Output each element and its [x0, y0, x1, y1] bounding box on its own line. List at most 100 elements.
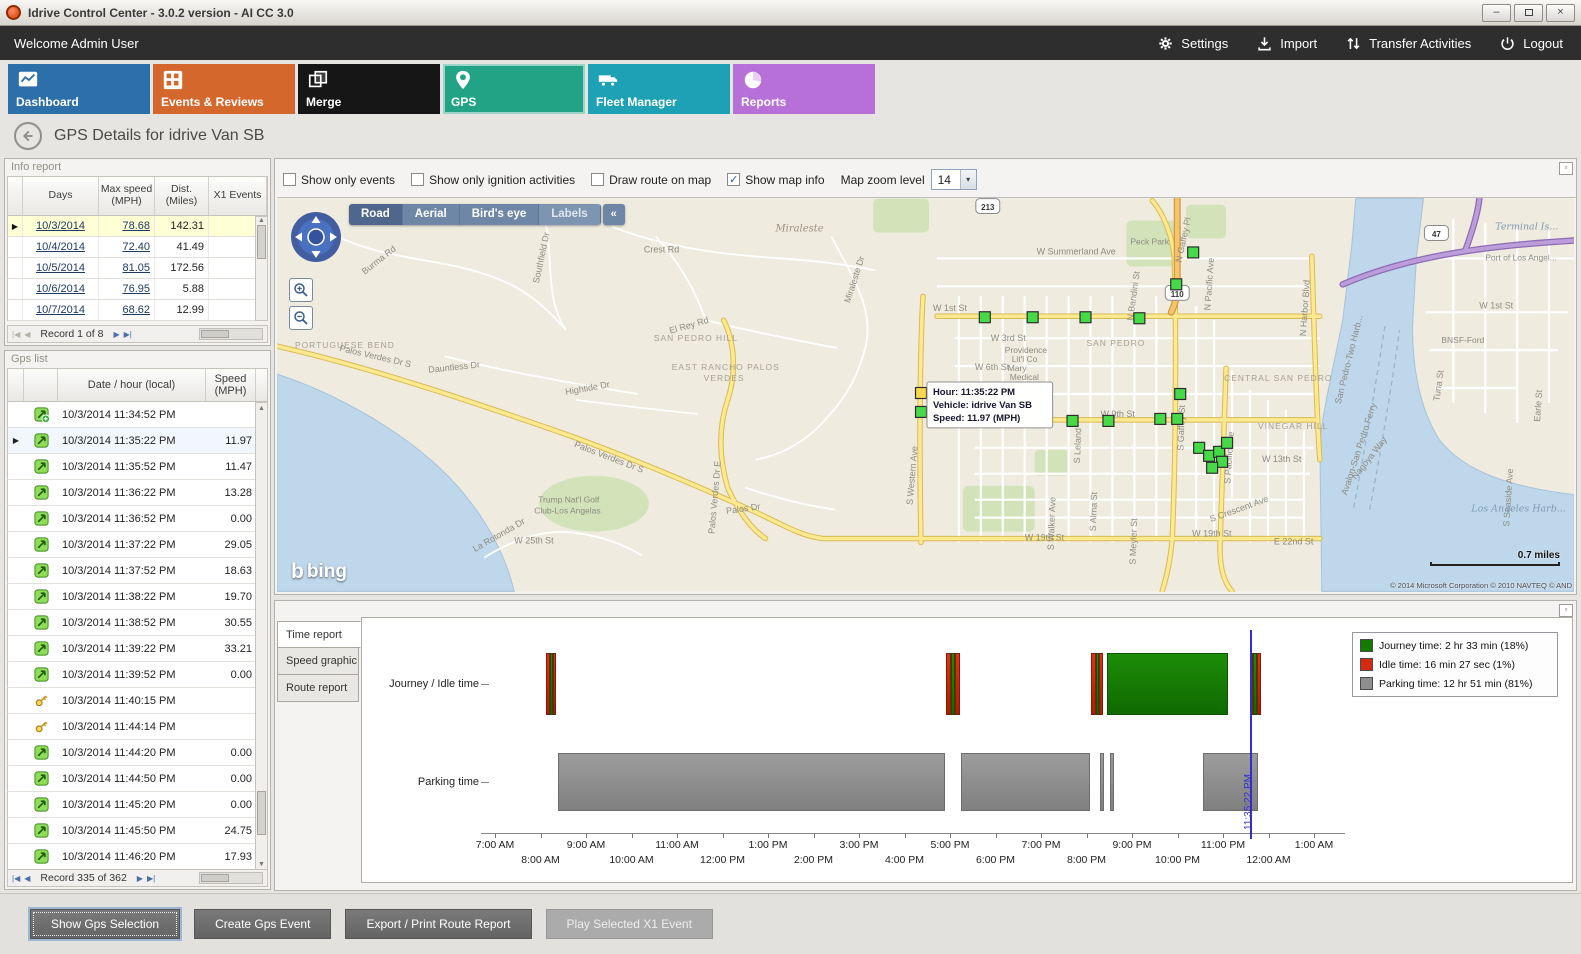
- checkbox-icon[interactable]: ✓: [727, 173, 740, 186]
- checkbox-icon[interactable]: [283, 173, 296, 186]
- gps-marker[interactable]: [1222, 437, 1233, 448]
- last-record-button[interactable]: ▶|: [147, 874, 155, 883]
- gps-list-row[interactable]: 10/3/2014 11:37:52 PM18.63: [7, 558, 268, 584]
- minimize-button[interactable]: –: [1482, 4, 1511, 22]
- map-style-road[interactable]: Road: [349, 204, 403, 225]
- gps-list-row[interactable]: 10/3/2014 11:38:22 PM19.70: [7, 584, 268, 610]
- gps-marker[interactable]: [1027, 312, 1038, 323]
- tab-fleet-manager[interactable]: Fleet Manager: [588, 64, 730, 114]
- transfer-activities-button[interactable]: Transfer Activities: [1345, 35, 1471, 52]
- tab-speed-graphic[interactable]: Speed graphic: [277, 648, 359, 675]
- next-record-button[interactable]: ▶: [137, 874, 143, 883]
- map-container[interactable]: MiralestePeck ParkW Summerland AveCrest …: [277, 197, 1576, 592]
- horizontal-scrollbar[interactable]: [199, 872, 263, 884]
- gps-marker[interactable]: [1103, 415, 1114, 426]
- gps-list-row[interactable]: 10/3/2014 11:45:50 PM24.75: [7, 818, 268, 844]
- info-report-row[interactable]: 10/5/201481.05172.56: [7, 258, 268, 279]
- map-option-checkbox[interactable]: Show only ignition activities: [411, 173, 575, 187]
- info-col-max-speed[interactable]: Max speed (MPH): [99, 177, 155, 215]
- settings-button[interactable]: Settings: [1157, 35, 1228, 52]
- collapse-chart-panel-button[interactable]: ▫: [1559, 604, 1573, 617]
- create-gps-event-button[interactable]: Create Gps Event: [194, 909, 331, 939]
- gps-list-row[interactable]: 10/3/2014 11:36:22 PM13.28: [7, 480, 268, 506]
- gps-list-row[interactable]: 10/3/2014 11:38:52 PM30.55: [7, 610, 268, 636]
- gps-list-row[interactable]: 10/3/2014 11:35:52 PM11.47: [7, 454, 268, 480]
- map-style-aerial[interactable]: Aerial: [403, 204, 460, 225]
- tab-dashboard[interactable]: Dashboard: [8, 64, 150, 114]
- last-record-button[interactable]: ▶|: [124, 330, 132, 339]
- scrollbar-thumb[interactable]: [201, 330, 229, 338]
- scrollbar-thumb[interactable]: [201, 874, 229, 882]
- import-button[interactable]: Import: [1256, 35, 1317, 52]
- info-report-row[interactable]: ▶10/3/201478.68142.31: [7, 216, 268, 237]
- gps-marker[interactable]: [1171, 279, 1182, 290]
- tab-gps[interactable]: GPS: [443, 64, 585, 114]
- gps-list-row[interactable]: 10/3/2014 11:40:15 PM: [7, 688, 268, 714]
- bing-logo[interactable]: bbing: [291, 560, 347, 584]
- gps-list-row[interactable]: 10/3/2014 11:37:22 PM29.05: [7, 532, 268, 558]
- gps-list-scrollbar[interactable]: ▲▼: [255, 402, 268, 871]
- map-zoom-in-button[interactable]: [289, 278, 313, 302]
- collapse-map-panel-button[interactable]: ▫: [1559, 162, 1573, 175]
- info-col-x1-events[interactable]: X1 Events: [209, 177, 267, 215]
- tab-time-report[interactable]: Time report: [277, 621, 361, 648]
- gps-marker[interactable]: [1134, 313, 1145, 324]
- map-option-checkbox[interactable]: ✓Show map info: [727, 173, 824, 187]
- gps-marker[interactable]: [1080, 312, 1091, 323]
- close-button[interactable]: ×: [1546, 4, 1575, 22]
- gps-marker[interactable]: [1067, 415, 1078, 426]
- show-gps-selection-button[interactable]: Show Gps Selection: [30, 909, 180, 939]
- tab-route-report[interactable]: Route report: [277, 675, 359, 702]
- info-col-dist[interactable]: Dist. (Miles): [155, 177, 209, 215]
- map-compass-control[interactable]: [289, 210, 343, 264]
- checkbox-icon[interactable]: [591, 173, 604, 186]
- map-zoom-select[interactable]: 14 ▾: [931, 169, 977, 190]
- first-record-button[interactable]: |◀: [12, 874, 20, 883]
- map-canvas[interactable]: MiralestePeck ParkW Summerland AveCrest …: [277, 198, 1574, 592]
- first-record-button[interactable]: |◀: [12, 330, 20, 339]
- gps-marker[interactable]: [1172, 413, 1183, 424]
- gps-marker[interactable]: [1194, 442, 1205, 453]
- gps-marker[interactable]: [916, 406, 927, 417]
- gps-list-row[interactable]: ▶10/3/2014 11:35:22 PM11.97: [7, 428, 268, 454]
- gps-marker[interactable]: [1155, 413, 1166, 424]
- horizontal-scrollbar[interactable]: [199, 328, 263, 340]
- scrollbar-thumb[interactable]: [257, 225, 266, 259]
- tab-reports[interactable]: Reports: [733, 64, 875, 114]
- gps-marker[interactable]: [1217, 456, 1228, 467]
- back-button[interactable]: [14, 122, 42, 150]
- gps-col-date[interactable]: Date / hour (local): [58, 369, 206, 401]
- gps-marker[interactable]: [1204, 450, 1215, 461]
- scrollbar-thumb[interactable]: [257, 791, 266, 835]
- selected-gps-marker[interactable]: [916, 388, 927, 399]
- gps-list-row[interactable]: 10/3/2014 11:46:20 PM17.93: [7, 844, 268, 870]
- gps-marker[interactable]: [979, 312, 990, 323]
- gps-list-row[interactable]: 10/3/2014 11:39:22 PM33.21: [7, 636, 268, 662]
- gps-list-row[interactable]: 10/3/2014 11:44:14 PM: [7, 714, 268, 740]
- maximize-button[interactable]: [1514, 4, 1543, 22]
- info-report-row[interactable]: 10/6/201476.955.88: [7, 279, 268, 300]
- checkbox-icon[interactable]: [411, 173, 424, 186]
- prev-record-button[interactable]: ◀: [24, 874, 30, 883]
- map-bar-collapse-button[interactable]: «: [603, 204, 625, 225]
- gps-list-row[interactable]: 10/3/2014 11:34:52 PM: [7, 402, 268, 428]
- tab-merge[interactable]: Merge: [298, 64, 440, 114]
- info-col-days[interactable]: Days: [23, 177, 99, 215]
- map-option-checkbox[interactable]: Show only events: [283, 173, 395, 187]
- gps-marker[interactable]: [1175, 389, 1186, 400]
- map-zoom-out-button[interactable]: [289, 306, 313, 330]
- next-record-button[interactable]: ▶: [113, 330, 119, 339]
- play-selected-x1-event-button[interactable]: Play Selected X1 Event: [546, 909, 713, 939]
- gps-list-row[interactable]: 10/3/2014 11:36:52 PM0.00: [7, 506, 268, 532]
- prev-record-button[interactable]: ◀: [24, 330, 30, 339]
- gps-marker[interactable]: [1188, 247, 1199, 258]
- info-report-scrollbar[interactable]: ▲: [255, 216, 268, 321]
- gps-list-row[interactable]: 10/3/2014 11:44:20 PM0.00: [7, 740, 268, 766]
- map-style-labels[interactable]: Labels: [539, 204, 600, 225]
- info-report-row[interactable]: 10/4/201472.4041.49: [7, 237, 268, 258]
- gps-col-speed[interactable]: Speed (MPH): [206, 369, 256, 401]
- map-style-birds-eye[interactable]: Bird's eye: [460, 204, 540, 225]
- tab-events-reviews[interactable]: Events & Reviews: [153, 64, 295, 114]
- gps-list-row[interactable]: 10/3/2014 11:44:50 PM0.00: [7, 766, 268, 792]
- export-print-route-report-button[interactable]: Export / Print Route Report: [345, 909, 531, 939]
